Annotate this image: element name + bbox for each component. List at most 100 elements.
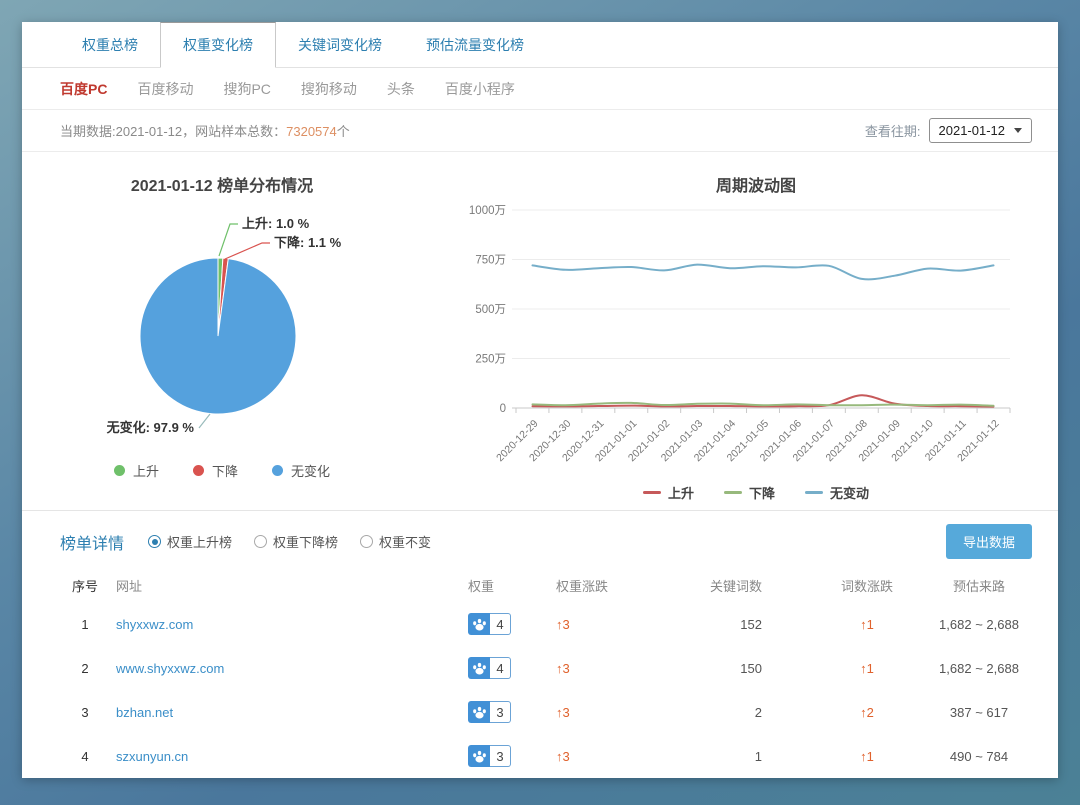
baidu-paw-icon bbox=[468, 701, 490, 723]
header-weight-change: 权重涨跌 bbox=[556, 576, 676, 595]
site-link[interactable]: szxunyun.cn bbox=[116, 749, 188, 764]
keyword-change: ↑2 bbox=[804, 705, 930, 720]
site-link[interactable]: www.shyxxwz.com bbox=[116, 661, 224, 676]
traffic-estimate: 1,682 ~ 2,688 bbox=[930, 661, 1028, 676]
radio-dot bbox=[254, 535, 267, 548]
current-data-label: 当期数据:2021-01-12，网站样本总数： bbox=[60, 124, 286, 139]
baidu-paw-icon bbox=[468, 657, 490, 679]
pie-legend-label: 上升 bbox=[133, 461, 159, 480]
radio-weight-down-label: 权重下降榜 bbox=[273, 532, 338, 551]
row-index: 4 bbox=[54, 749, 116, 764]
table-header-row: 序号 网址 权重 权重涨跌 关键词数 词数涨跌 预估来路 bbox=[54, 568, 1028, 602]
keyword-count: 152 bbox=[676, 617, 804, 632]
pie-label-无变化: 无变化: 97.9 % bbox=[106, 420, 195, 435]
keyword-count: 2 bbox=[676, 705, 804, 720]
radio-dot-selected bbox=[148, 535, 161, 548]
top-tab-bar: 权重总榜 权重变化榜 关键词变化榜 预估流量变化榜 bbox=[22, 22, 1058, 68]
ranking-table: 序号 网址 权重 权重涨跌 关键词数 词数涨跌 预估来路 1 shyxxwz.c… bbox=[22, 568, 1058, 778]
pie-chart-block: 2021-01-12 榜单分布情况 上升: 1.0 % 下降: 1.1 % 无变化:… bbox=[22, 152, 454, 510]
y-axis-label: 750万 bbox=[475, 255, 506, 267]
subtab-baidu-miniprogram[interactable]: 百度小程序 bbox=[445, 79, 515, 99]
pie-legend-item-无变化[interactable]: 无变化 bbox=[272, 461, 330, 480]
legend-dot-icon bbox=[272, 465, 283, 476]
line-chart: 1000万750万500万250万02020-12-292020-12-3020… bbox=[454, 196, 1040, 478]
weight-change: ↑3 bbox=[556, 617, 676, 632]
subtab-sogou-pc[interactable]: 搜狗PC bbox=[223, 79, 270, 99]
sample-count-unit: 个 bbox=[337, 124, 350, 139]
weight-badge-number: 3 bbox=[490, 701, 511, 723]
site-link[interactable]: bzhan.net bbox=[116, 705, 173, 720]
subtab-sogou-mobile[interactable]: 搜狗移动 bbox=[301, 79, 357, 99]
pie-label-line bbox=[225, 243, 270, 259]
tab-traffic-change[interactable]: 预估流量变化榜 bbox=[404, 23, 546, 67]
pie-label-上升: 上升: 1.0 % bbox=[242, 216, 310, 231]
radio-weight-up[interactable]: 权重上升榜 bbox=[148, 532, 232, 551]
legend-line-icon bbox=[643, 491, 661, 494]
radio-weight-same[interactable]: 权重不变 bbox=[360, 532, 431, 551]
line-chart-block: 周期波动图 1000万750万500万250万02020-12-292020-1… bbox=[454, 152, 1058, 510]
weight-badge: 4 bbox=[468, 613, 511, 635]
y-axis-label: 1000万 bbox=[469, 205, 506, 217]
pie-label-line bbox=[219, 224, 238, 256]
pie-legend-item-下降[interactable]: 下降 bbox=[193, 461, 238, 480]
line-legend-label: 无变动 bbox=[830, 483, 869, 502]
site-link[interactable]: shyxxwz.com bbox=[116, 617, 193, 632]
pie-legend-item-上升[interactable]: 上升 bbox=[114, 461, 159, 480]
row-index: 3 bbox=[54, 705, 116, 720]
header-url: 网址 bbox=[116, 576, 468, 595]
traffic-estimate: 387 ~ 617 bbox=[930, 705, 1028, 720]
header-keyword-change: 词数涨跌 bbox=[804, 576, 930, 595]
table-row: 4 szxunyun.cn 3 ↑3 1 ↑1 bbox=[54, 734, 1028, 778]
pie-chart: 上升: 1.0 % 下降: 1.1 % 无变化: 97.9 % bbox=[22, 196, 422, 454]
weight-badge: 4 bbox=[468, 657, 511, 679]
subtab-baidu-mobile[interactable]: 百度移动 bbox=[137, 79, 193, 99]
sample-count: 7320574 bbox=[286, 124, 337, 139]
legend-line-icon bbox=[724, 491, 742, 494]
traffic-estimate: 1,682 ~ 2,688 bbox=[930, 617, 1028, 632]
y-axis-label: 0 bbox=[500, 403, 506, 415]
subtab-baidu-pc[interactable]: 百度PC bbox=[60, 79, 107, 99]
header-weight: 权重 bbox=[468, 576, 556, 595]
export-data-button[interactable]: 导出数据 bbox=[946, 524, 1032, 559]
line-chart-title: 周期波动图 bbox=[454, 172, 1058, 196]
tab-weight-total[interactable]: 权重总榜 bbox=[60, 23, 160, 67]
charts-area: 2021-01-12 榜单分布情况 上升: 1.0 % 下降: 1.1 % 无变化:… bbox=[22, 152, 1058, 510]
baidu-paw-icon bbox=[468, 745, 490, 767]
weight-change: ↑3 bbox=[556, 661, 676, 676]
tab-weight-change[interactable]: 权重变化榜 bbox=[160, 22, 276, 68]
chevron-down-icon bbox=[1014, 128, 1022, 133]
date-select[interactable]: 2021-01-12 bbox=[929, 118, 1033, 143]
weight-badge-number: 4 bbox=[490, 657, 511, 679]
weight-badge: 3 bbox=[468, 701, 511, 723]
detail-section-header: 榜单详情 权重上升榜 权重下降榜 权重不变 导出数据 bbox=[22, 510, 1058, 568]
subtab-toutiao[interactable]: 头条 bbox=[387, 79, 415, 99]
table-row: 3 bzhan.net 3 ↑3 2 ↑2 bbox=[54, 690, 1028, 734]
weight-badge-number: 4 bbox=[490, 613, 511, 635]
line-legend-label: 下降 bbox=[749, 483, 775, 502]
keyword-change: ↑1 bbox=[804, 749, 930, 764]
line-legend-item-上升[interactable]: 上升 bbox=[643, 483, 694, 502]
row-index: 1 bbox=[54, 617, 116, 632]
keyword-change: ↑1 bbox=[804, 661, 930, 676]
keyword-count: 150 bbox=[676, 661, 804, 676]
line-legend-item-下降[interactable]: 下降 bbox=[724, 483, 775, 502]
keyword-change: ↑1 bbox=[804, 617, 930, 632]
pie-legend-label: 无变化 bbox=[291, 461, 330, 480]
pie-legend: 上升 下降 无变化 bbox=[22, 461, 422, 480]
current-data-summary: 当期数据:2021-01-12，网站样本总数：7320574个 bbox=[60, 121, 350, 140]
line-legend-item-无变动[interactable]: 无变动 bbox=[805, 483, 869, 502]
radio-weight-same-label: 权重不变 bbox=[379, 532, 431, 551]
keyword-count: 1 bbox=[676, 749, 804, 764]
pie-label-下降: 下降: 1.1 % bbox=[274, 235, 342, 250]
legend-dot-icon bbox=[193, 465, 204, 476]
legend-dot-icon bbox=[114, 465, 125, 476]
pie-chart-title: 2021-01-12 榜单分布情况 bbox=[22, 172, 422, 196]
table-row: 1 shyxxwz.com 4 ↑3 152 ↑1 bbox=[54, 602, 1028, 646]
y-axis-label: 250万 bbox=[475, 354, 506, 366]
tab-keyword-change[interactable]: 关键词变化榜 bbox=[276, 23, 404, 67]
radio-weight-down[interactable]: 权重下降榜 bbox=[254, 532, 338, 551]
line-series-无变动 bbox=[533, 265, 994, 280]
table-row: 2 www.shyxxwz.com 4 ↑3 150 bbox=[54, 646, 1028, 690]
header-index: 序号 bbox=[54, 576, 116, 595]
weight-change: ↑3 bbox=[556, 705, 676, 720]
